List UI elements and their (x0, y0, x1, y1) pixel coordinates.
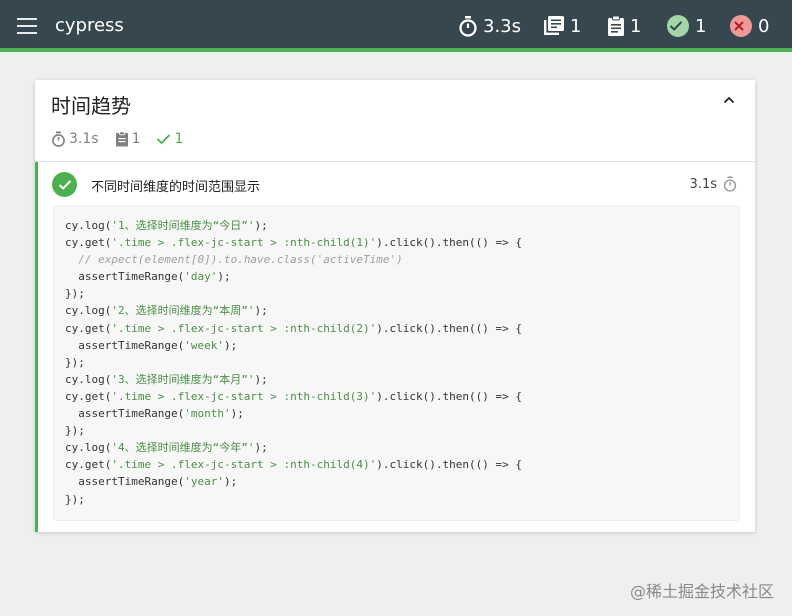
code-block: cy.log('1、选择时间维度为“今日”'); cy.get('.time > … (53, 206, 740, 521)
total-duration: 3.3s (458, 14, 521, 38)
code-token: ); (254, 304, 268, 318)
code-token: ); (230, 407, 244, 421)
code-string: '2、选择时间维度为“本周”' (111, 304, 255, 318)
code-comment: // expect(element[0]).to.have.class('act… (78, 253, 403, 267)
code-line: cy.log('3、选择时间维度为“本月”'); (65, 371, 728, 388)
code-token: ).click().then(() => { (376, 458, 522, 472)
code-line: cy.get('.time > .flex-jc-start > :nth-ch… (65, 388, 728, 405)
code-token: assertTimeRange( (65, 475, 185, 489)
menu-icon[interactable] (17, 18, 37, 34)
code-token: assertTimeRange( (65, 407, 185, 421)
code-string: '.time > .flex-jc-start > :nth-child(4)' (111, 458, 377, 472)
failures-count-value: 0 (758, 15, 770, 37)
code-token: ); (254, 219, 268, 232)
suite-duration-value: 3.1s (69, 131, 99, 147)
stopwatch-icon (723, 176, 737, 192)
suites-count-value: 1 (570, 15, 582, 37)
top-bar: cypress 3.3s 1 1 1 0 (0, 0, 792, 52)
suite-passes: 1 (156, 131, 183, 147)
code-token: }); (65, 287, 85, 301)
code-token: ); (254, 372, 268, 386)
code-line: }); (65, 422, 728, 439)
code-line: assertTimeRange('month'); (65, 405, 728, 422)
code-line: }); (65, 491, 728, 508)
code-token: cy.log( (65, 372, 112, 386)
suites-count: 1 (543, 14, 581, 38)
code-line: cy.log('4、选择时间维度为“今年”'); (65, 439, 728, 456)
code-token: cy.get( (65, 458, 112, 472)
clipboard-icon (608, 15, 624, 36)
code-token: }); (65, 424, 85, 438)
code-string: 'day' (184, 270, 218, 284)
test-duration-value: 3.1s (689, 176, 717, 192)
code-token: ); (223, 475, 238, 489)
test-duration: 3.1s (690, 176, 737, 192)
chevron-up-icon[interactable] (723, 95, 735, 105)
suite-passes-value: 1 (174, 131, 184, 147)
stopwatch-icon (459, 16, 477, 37)
code-token: assertTimeRange( (65, 270, 185, 284)
code-token: }); (65, 492, 85, 506)
code-string: '3、选择时间维度为“本月”' (111, 372, 255, 386)
code-token: ).click().then(() => { (376, 321, 522, 335)
code-line: cy.get('.time > .flex-jc-start > :nth-ch… (65, 234, 728, 251)
suite-duration: 3.1s (51, 131, 99, 147)
stopwatch-icon (52, 131, 65, 147)
library-books-icon (544, 16, 564, 35)
code-token: ); (223, 338, 238, 352)
code-line: assertTimeRange('year'); (65, 473, 728, 490)
code-string: '.time > .flex-jc-start > :nth-child(2)' (111, 321, 377, 335)
code-token: ).click().then(() => { (376, 389, 522, 403)
failures-count[interactable]: 0 (730, 14, 769, 38)
code-string: 'year' (184, 475, 224, 489)
code-token: }); (65, 355, 85, 369)
code-line: assertTimeRange('day'); (65, 268, 728, 285)
test-title: 不同时间维度的时间范围显示 (91, 180, 261, 195)
passes-count-value: 1 (695, 15, 707, 37)
tests-count-value: 1 (630, 15, 642, 37)
test-item[interactable]: 不同时间维度的时间范围显示 3.1s cy.log('1、选择时间维度为“今日”… (35, 162, 755, 532)
code-string: 'week' (184, 338, 224, 352)
code-string: '4、选择时间维度为“今年”' (111, 441, 255, 455)
code-token: cy.get( (65, 321, 112, 335)
check-icon (157, 134, 171, 145)
passes-count[interactable]: 1 (667, 14, 706, 38)
code-token: ).click().then(() => { (376, 236, 522, 250)
code-line: cy.get('.time > .flex-jc-start > :nth-ch… (65, 456, 728, 473)
total-duration-value: 3.3s (483, 15, 522, 37)
code-line: }); (65, 354, 728, 371)
code-token: cy.log( (65, 219, 112, 232)
code-string: '1、选择时间维度为“今日”' (111, 219, 255, 232)
error-circle-icon (730, 15, 752, 37)
code-string: 'month' (184, 407, 231, 421)
watermark: @稀土掘金技术社区 (629, 582, 774, 601)
check-circle-icon (667, 15, 689, 37)
check-circle-icon (52, 172, 77, 197)
app-brand: cypress (55, 15, 124, 36)
suite-tests: 1 (115, 131, 141, 147)
code-line: cy.log('1、选择时间维度为“今日”'); (65, 217, 728, 234)
tests-count: 1 (607, 14, 641, 38)
code-line: cy.get('.time > .flex-jc-start > :nth-ch… (65, 320, 728, 337)
code-line: cy.log('2、选择时间维度为“本周”'); (65, 302, 728, 319)
suite-card: 时间趋势 3.1s 1 1 不同时间维度的时间范围显示 3.1s cy.log(… (35, 80, 755, 532)
code-token: cy.log( (65, 304, 112, 318)
suite-title: 时间趋势 (51, 94, 131, 118)
code-token: ); (254, 441, 268, 455)
code-line: // expect(element[0]).to.have.class('act… (65, 251, 728, 268)
suite-tests-value: 1 (131, 131, 141, 147)
code-string: '.time > .flex-jc-start > :nth-child(3)' (111, 389, 377, 403)
code-token: assertTimeRange( (65, 338, 185, 352)
code-line: assertTimeRange('week'); (65, 337, 728, 354)
code-token: ); (217, 270, 231, 284)
code-line: }); (65, 285, 728, 302)
code-token: cy.get( (65, 236, 112, 250)
clipboard-icon (115, 131, 128, 147)
suite-meta: 3.1s 1 1 (51, 129, 199, 149)
code-string: '.time > .flex-jc-start > :nth-child(1)' (111, 236, 377, 250)
code-token: cy.get( (65, 389, 112, 403)
code-token: cy.log( (65, 441, 112, 455)
